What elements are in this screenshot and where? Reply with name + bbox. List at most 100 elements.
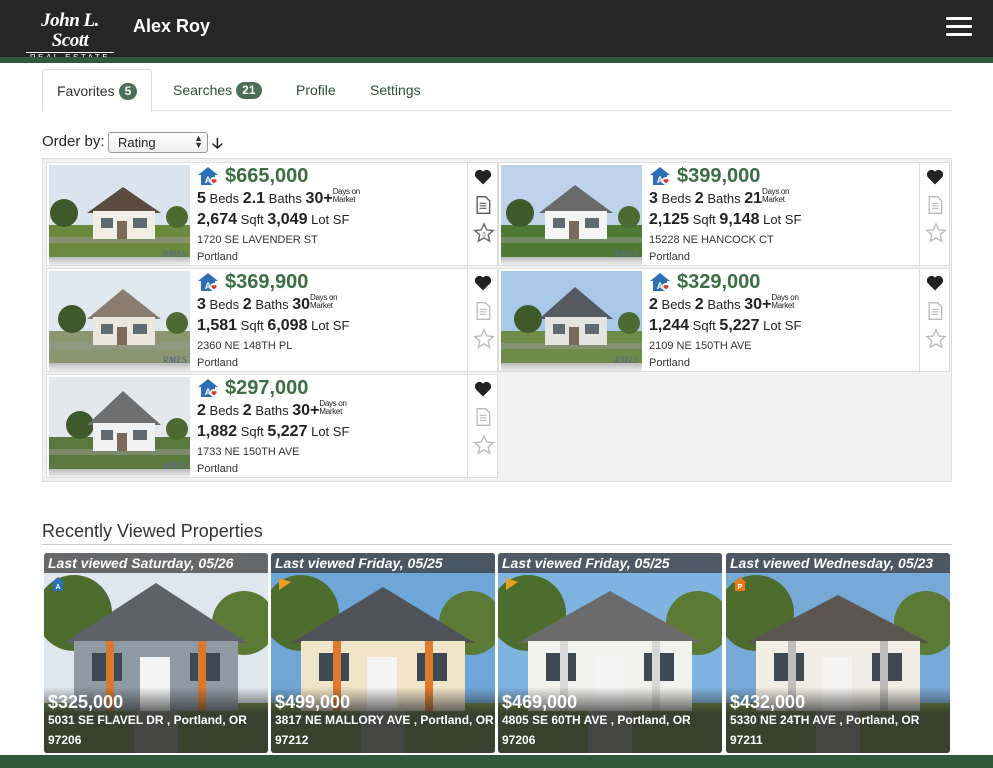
- beds-baths-days: 2 Beds 2 Baths 30+Days on Market: [197, 400, 347, 420]
- beds-baths-days: 2 Beds 2 Baths 30+Days on Market: [649, 294, 799, 314]
- star-rating-icon[interactable]: [925, 222, 947, 243]
- beds-value: 2: [649, 296, 658, 313]
- property-photo[interactable]: RMLS: [49, 271, 190, 371]
- rmls-watermark: RMLS: [614, 249, 639, 259]
- star-rating-icon[interactable]: [473, 328, 495, 349]
- card-actions: [467, 375, 497, 479]
- property-price[interactable]: $399,000: [677, 165, 760, 188]
- order-by-label: Order by:: [42, 133, 105, 150]
- beds-value: 3: [197, 296, 206, 313]
- sqft-lot: 1,244 Sqft 5,227 Lot SF: [649, 317, 801, 335]
- property-address[interactable]: 1720 SE LAVENDER ST: [197, 234, 318, 246]
- heart-icon[interactable]: [473, 379, 493, 399]
- beds-label: Beds: [209, 297, 240, 312]
- beds-value: 5: [197, 190, 206, 207]
- days-value: 30+: [305, 190, 333, 207]
- property-address[interactable]: 1733 NE 150TH AVE: [197, 446, 300, 458]
- company-logo[interactable]: John L. Scott REAL ESTATE: [22, 11, 118, 63]
- card-actions: [919, 163, 949, 267]
- star-rating-icon[interactable]: [925, 328, 947, 349]
- sqft-label: Sqft: [240, 212, 264, 227]
- sqft-lot: 1,581 Sqft 6,098 Lot SF: [197, 317, 349, 335]
- select-arrows-icon: ▲ ▼: [194, 133, 203, 150]
- tab-settings[interactable]: Settings: [370, 69, 421, 111]
- tab-profile[interactable]: Profile: [296, 69, 336, 111]
- baths-value: 2.1: [242, 190, 266, 207]
- lot-label: Lot SF: [763, 318, 802, 333]
- heart-icon[interactable]: [473, 167, 493, 187]
- order-by-select[interactable]: Rating ▲ ▼: [108, 132, 208, 153]
- recently-viewed-card[interactable]: Last viewed Friday, 05/25 $469,000 4805 …: [498, 553, 722, 753]
- card-actions: [467, 269, 497, 373]
- tab-searches[interactable]: Searches 21: [173, 69, 262, 111]
- last-viewed-label: Last viewed Wednesday, 05/23: [726, 553, 950, 573]
- heart-icon[interactable]: [473, 273, 493, 293]
- svg-text:4: 4: [482, 230, 486, 239]
- rmls-watermark: RMLS: [162, 355, 187, 365]
- header-accent-stripe: [0, 57, 993, 63]
- account-tabs: Favorites 5 Searches 21 Profile Settings: [42, 69, 952, 112]
- notes-icon[interactable]: [473, 195, 493, 215]
- property-price[interactable]: $369,900: [225, 271, 308, 294]
- sqft-value: 2,125: [649, 211, 690, 228]
- hamburger-menu-icon[interactable]: [946, 17, 972, 39]
- notes-icon[interactable]: [473, 407, 493, 427]
- heart-icon[interactable]: [925, 273, 945, 293]
- recently-viewed-card[interactable]: Last viewed Saturday, 05/26 A $325,000 5…: [44, 553, 268, 753]
- sqft-lot: 2,674 Sqft 3,049 Lot SF: [197, 211, 349, 229]
- star-rating-icon[interactable]: 4: [473, 222, 495, 243]
- notes-icon[interactable]: [925, 195, 945, 215]
- property-photo[interactable]: RMLS: [501, 165, 642, 265]
- tab-label: Profile: [296, 82, 336, 98]
- last-viewed-label: Last viewed Friday, 05/25: [498, 553, 722, 573]
- recent-address: 3817 NE MALLORY AVE , Portland, OR 97212: [275, 713, 494, 747]
- property-info: A $399,000 3 Beds 2 Baths 21Days on Marke…: [647, 163, 919, 267]
- property-address[interactable]: 2109 NE 150TH AVE: [649, 340, 752, 352]
- recently-viewed-card[interactable]: Last viewed Friday, 05/25 $499,000 3817 …: [271, 553, 495, 753]
- property-photo[interactable]: RMLS: [49, 377, 190, 477]
- lot-value: 9,148: [719, 211, 760, 228]
- heart-icon[interactable]: [925, 167, 945, 187]
- lot-label: Lot SF: [311, 212, 350, 227]
- property-photo[interactable]: RMLS: [49, 165, 190, 265]
- notes-icon[interactable]: [473, 301, 493, 321]
- days-on-market-label: Days on Market: [771, 293, 799, 310]
- favorites-grid: RMLS A $665,000 5 Beds 2.1 Baths 30+Days…: [42, 158, 952, 482]
- sqft-label: Sqft: [692, 212, 716, 227]
- house-orange-icon: P: [732, 576, 748, 597]
- property-info: A $665,000 5 Beds 2.1 Baths 30+Days on Ma…: [195, 163, 467, 267]
- favorite-card[interactable]: RMLS A $297,000 2 Beds 2 Baths 30+Days o…: [46, 374, 498, 479]
- property-address[interactable]: 15228 NE HANCOCK CT: [649, 234, 774, 246]
- days-on-market-label: Days on Market: [310, 293, 338, 310]
- days-on-market-label: Days on Market: [319, 399, 347, 416]
- days-value: 30: [292, 296, 310, 313]
- property-address[interactable]: 2360 NE 148TH PL: [197, 340, 292, 352]
- property-photo[interactable]: RMLS: [501, 271, 642, 371]
- house-blue-icon: A: [50, 576, 66, 597]
- favorite-card[interactable]: RMLS A $665,000 5 Beds 2.1 Baths 30+Days…: [46, 162, 498, 267]
- star-rating-icon[interactable]: [473, 434, 495, 455]
- property-city: Portland: [197, 251, 238, 263]
- baths-label: Baths: [707, 191, 741, 206]
- flag-orange-icon: [504, 576, 520, 597]
- tab-label: Favorites: [57, 83, 115, 99]
- property-city: Portland: [649, 251, 690, 263]
- arrow-down-icon[interactable]: 🡣: [212, 133, 223, 158]
- lot-label: Lot SF: [311, 318, 350, 333]
- favorite-card[interactable]: RMLS A $399,000 3 Beds 2 Baths 21Days on…: [498, 162, 950, 267]
- tab-label: Settings: [370, 82, 421, 98]
- property-info: A $369,900 3 Beds 2 Baths 30Days on Marke…: [195, 269, 467, 373]
- favorite-card[interactable]: RMLS A $329,000 2 Beds 2 Baths 30+Days o…: [498, 268, 950, 373]
- recently-viewed-card[interactable]: Last viewed Wednesday, 05/23 P $432,000 …: [726, 553, 950, 753]
- card-actions: [919, 269, 949, 373]
- property-price[interactable]: $329,000: [677, 271, 760, 294]
- order-by-value: Rating: [118, 135, 156, 150]
- property-price[interactable]: $297,000: [225, 377, 308, 400]
- notes-icon[interactable]: [925, 301, 945, 321]
- favorite-card[interactable]: RMLS A $369,900 3 Beds 2 Baths 30Days on…: [46, 268, 498, 373]
- days-value: 21: [744, 190, 762, 207]
- tab-favorites[interactable]: Favorites 5: [42, 69, 153, 112]
- property-price[interactable]: $665,000: [225, 165, 308, 188]
- lot-value: 6,098: [267, 317, 308, 334]
- last-viewed-label: Last viewed Saturday, 05/26: [44, 553, 268, 573]
